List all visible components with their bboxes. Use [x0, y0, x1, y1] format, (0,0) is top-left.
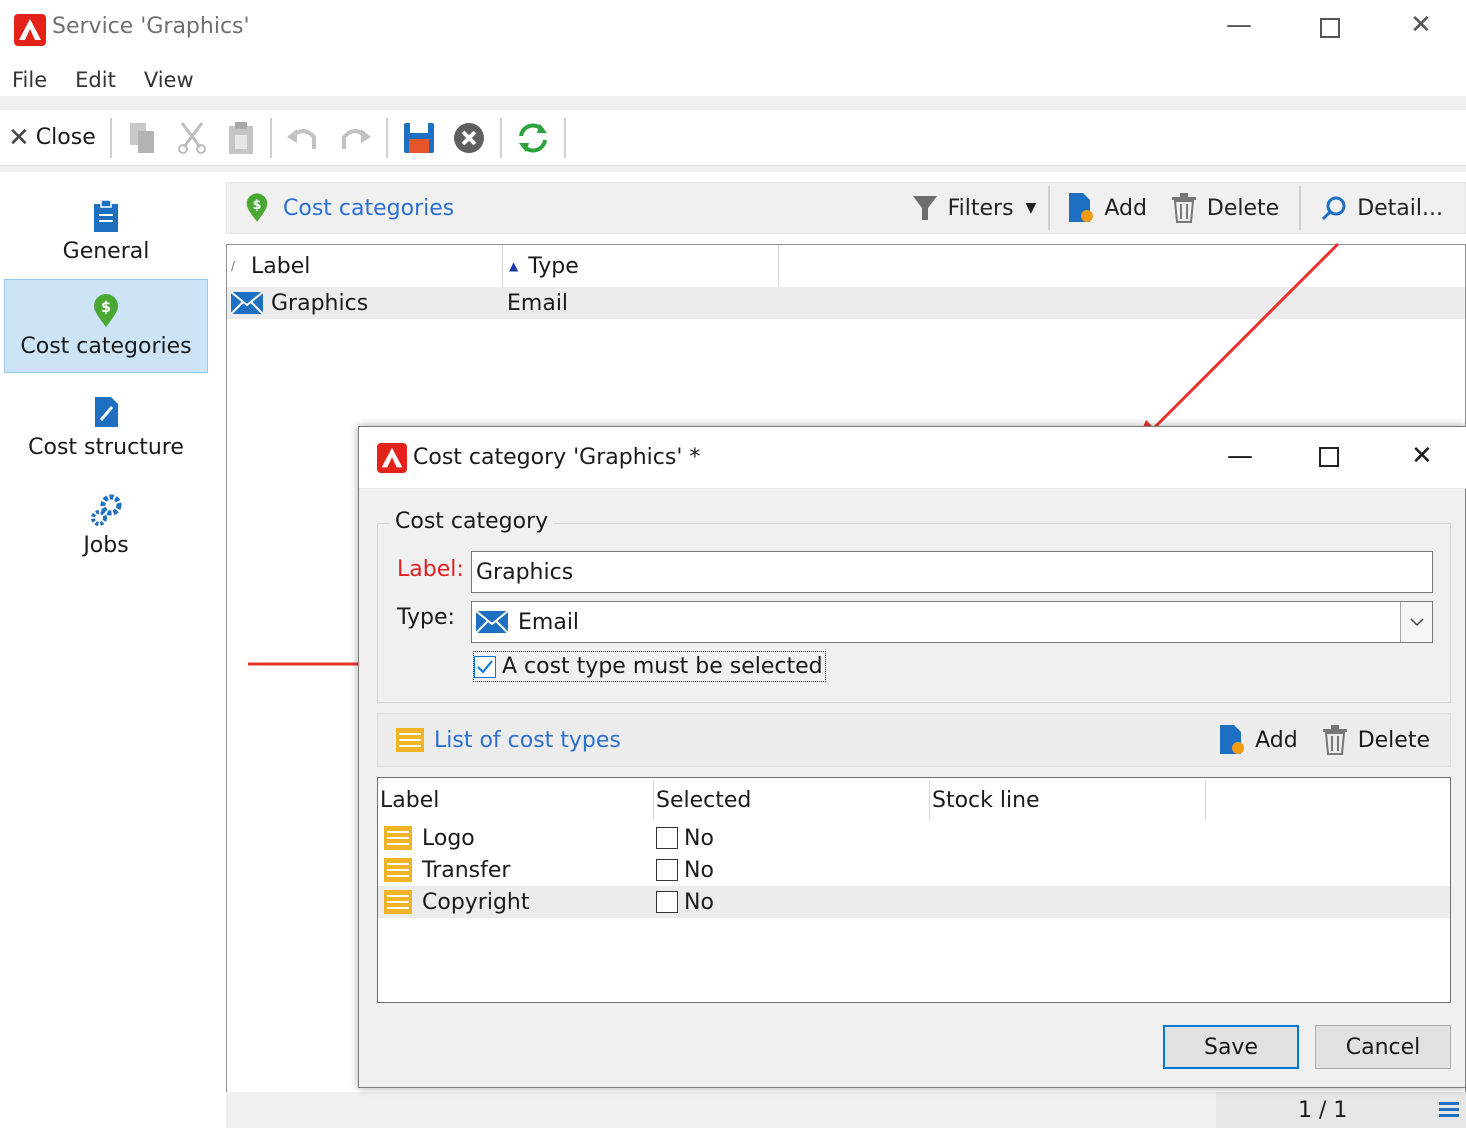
- selected-checkbox[interactable]: [656, 827, 678, 849]
- add-label: Add: [1255, 727, 1298, 753]
- checkbox-checked-icon: [474, 655, 496, 678]
- label-caption: Label:: [397, 557, 464, 582]
- save-button-label: Save: [1203, 1034, 1258, 1060]
- chevron-down-icon[interactable]: [1400, 602, 1432, 642]
- row-label: Transfer: [422, 857, 511, 883]
- cost-category-dialog: Cost category 'Graphics' * — ✕ Cost cate…: [358, 426, 1466, 1088]
- must-select-cost-type-checkbox[interactable]: A cost type must be selected: [473, 651, 826, 682]
- app-logo-icon: [377, 443, 407, 473]
- list-icon: [384, 890, 412, 914]
- trash-icon: [1322, 725, 1347, 755]
- label-input[interactable]: Graphics: [471, 551, 1433, 593]
- list-icon: [384, 858, 412, 882]
- cost-types-header: List of cost types Add Delete: [377, 713, 1451, 767]
- row-selected: No: [684, 889, 714, 915]
- checkbox-label: A cost type must be selected: [502, 654, 823, 679]
- selected-checkbox[interactable]: [656, 891, 678, 913]
- save-button[interactable]: Save: [1163, 1025, 1299, 1069]
- maximize-icon[interactable]: [1319, 447, 1339, 467]
- delete-cost-type-button[interactable]: Delete: [1322, 725, 1430, 755]
- table-row[interactable]: Transfer No: [378, 854, 1450, 886]
- type-select[interactable]: Email: [471, 601, 1433, 643]
- selected-checkbox[interactable]: [656, 859, 678, 881]
- table-header-row: Label Selected Stock line: [378, 778, 1450, 822]
- row-label: Copyright: [422, 889, 530, 915]
- add-cost-type-button[interactable]: Add: [1217, 724, 1298, 756]
- delete-label: Delete: [1357, 727, 1430, 753]
- list-icon: [396, 728, 424, 752]
- close-dialog-icon[interactable]: ✕: [1411, 441, 1433, 471]
- cancel-button-label: Cancel: [1345, 1034, 1421, 1060]
- column-label-text: Label: [380, 787, 440, 813]
- column-selected-text: Selected: [656, 787, 752, 813]
- column-header-selected[interactable]: Selected: [654, 780, 930, 820]
- add-doc-icon: [1220, 725, 1245, 754]
- email-envelope-icon: [476, 611, 508, 633]
- type-select-value: Email: [518, 609, 580, 635]
- row-label: Logo: [422, 825, 475, 851]
- column-stock-line-text: Stock line: [932, 787, 1040, 813]
- column-header-stock-line[interactable]: Stock line: [930, 780, 1206, 820]
- type-caption: Type:: [397, 605, 455, 630]
- cancel-button[interactable]: Cancel: [1315, 1025, 1451, 1069]
- group-title: Cost category: [389, 509, 555, 534]
- minimize-icon[interactable]: —: [1227, 441, 1253, 471]
- dialog-title-bar: Cost category 'Graphics' * — ✕: [359, 427, 1466, 489]
- column-header-label[interactable]: Label: [378, 780, 654, 820]
- label-input-value: Graphics: [476, 559, 574, 585]
- table-row[interactable]: Logo No: [378, 822, 1450, 854]
- cost-types-title: List of cost types: [434, 727, 621, 753]
- annotation-arrow-detail: [1150, 242, 1340, 432]
- list-icon: [384, 826, 412, 850]
- dialog-title: Cost category 'Graphics' *: [413, 445, 701, 470]
- row-selected: No: [684, 857, 714, 883]
- table-row[interactable]: Copyright No: [378, 886, 1450, 918]
- cost-types-table: Label Selected Stock line Logo No Transf…: [377, 777, 1451, 1003]
- row-selected: No: [684, 825, 714, 851]
